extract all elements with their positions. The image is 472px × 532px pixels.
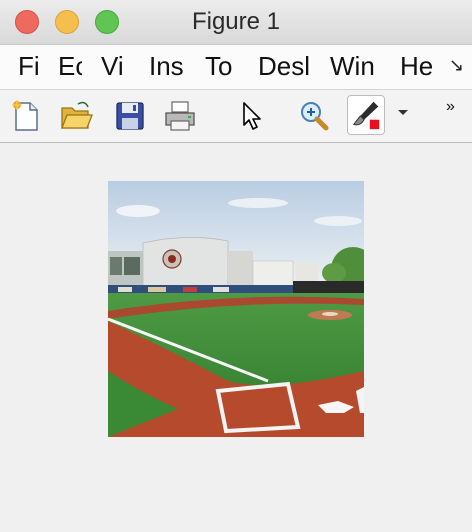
menu-desktop[interactable]: Desl xyxy=(258,51,314,82)
window-title: Figure 1 xyxy=(191,8,281,35)
brush-icon xyxy=(352,101,380,130)
print-button[interactable] xyxy=(162,98,198,134)
select-pointer-button[interactable] xyxy=(234,98,270,134)
new-figure-button[interactable] xyxy=(8,98,44,134)
figure-toolbar: » xyxy=(0,90,472,143)
menu-view[interactable]: Vi xyxy=(101,51,131,82)
new-figure-icon xyxy=(12,100,38,131)
zoom-in-icon xyxy=(301,102,329,131)
figure-window: Figure 1 Fi Ec Vi Ins To Desl Win He ↘ xyxy=(0,0,472,532)
menu-overflow-icon[interactable]: ↘ xyxy=(449,55,464,76)
save-icon xyxy=(116,102,144,130)
menu-help[interactable]: He xyxy=(400,51,434,82)
menu-edit[interactable]: Ec xyxy=(58,51,82,82)
menu-insert[interactable]: Ins xyxy=(149,51,189,82)
open-file-button[interactable] xyxy=(58,98,94,134)
zoom-in-button[interactable] xyxy=(296,98,332,134)
menu-bar: Fi Ec Vi Ins To Desl Win He ↘ xyxy=(0,45,472,90)
save-button[interactable] xyxy=(112,98,148,134)
open-folder-icon xyxy=(61,101,93,129)
print-icon xyxy=(165,101,195,131)
baseball-field-photo xyxy=(108,181,364,437)
menu-window[interactable]: Win xyxy=(330,51,380,82)
baseball-field-image xyxy=(108,181,364,437)
brush-dropdown-icon[interactable] xyxy=(398,110,408,115)
figure-canvas xyxy=(0,143,472,532)
menu-tools[interactable]: To xyxy=(205,51,241,82)
title-bar[interactable]: Figure 1 xyxy=(0,0,472,45)
pointer-icon xyxy=(243,102,261,130)
menu-file[interactable]: Fi xyxy=(18,51,44,82)
brush-button[interactable] xyxy=(347,95,385,135)
toolbar-overflow-icon[interactable]: » xyxy=(446,98,455,116)
